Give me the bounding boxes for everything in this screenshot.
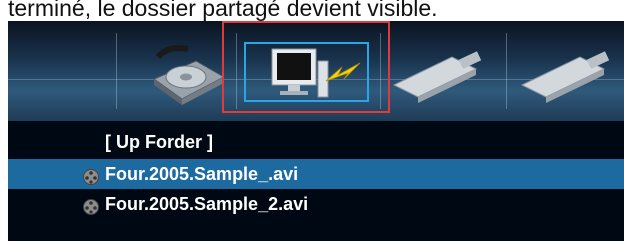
usb-drive-icon[interactable] <box>518 51 618 103</box>
toolbar-separator <box>506 33 507 109</box>
list-item[interactable]: Four.2005.Sample_2.avi <box>8 189 624 219</box>
source-toolbar <box>8 21 624 121</box>
up-folder-item[interactable]: [ Up Forder ] <box>8 127 624 157</box>
film-reel-icon <box>82 165 102 185</box>
file-name: Four.2005.Sample_.avi <box>105 164 299 184</box>
hard-drive-icon[interactable] <box>148 39 228 109</box>
list-item[interactable]: Four.2005.Sample_.avi <box>8 159 624 189</box>
media-player-screen: [ Up Forder ] Four.2005.Sample_.avi Four… <box>8 21 624 241</box>
file-name: Four.2005.Sample_2.avi <box>105 194 309 214</box>
toolbar-separator <box>116 33 117 109</box>
film-reel-icon <box>82 195 102 215</box>
up-folder-label: [ Up Forder ] <box>105 132 213 152</box>
file-list: [ Up Forder ] Four.2005.Sample_.avi Four… <box>8 121 624 241</box>
annotation-highlight <box>222 21 390 113</box>
usb-drive-icon[interactable] <box>390 51 490 103</box>
